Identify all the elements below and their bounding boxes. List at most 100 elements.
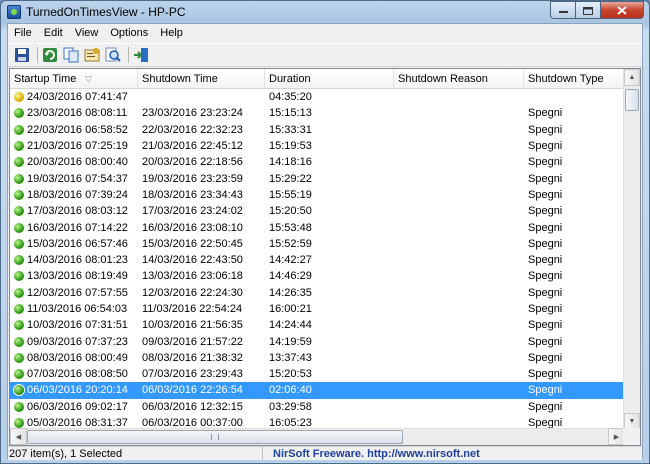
find-button[interactable] — [104, 46, 122, 64]
table-row[interactable]: 09/03/2016 07:37:23 09/03/2016 21:57:22 14… — [10, 333, 632, 349]
table-row[interactable]: 18/03/2016 07:39:24 18/03/2016 23:34:43 15… — [10, 187, 632, 203]
window-title: TurnedOnTimesView - HP-PC — [26, 5, 186, 19]
save-button[interactable] — [13, 46, 31, 64]
horizontal-scroll-thumb[interactable] — [27, 430, 403, 444]
shutdown-time-cell: 21/03/2016 22:45:12 — [142, 140, 243, 153]
duration-cell: 15:53:48 — [269, 221, 312, 234]
menu-file[interactable]: File — [8, 24, 38, 43]
scroll-left-button[interactable]: ◀ — [10, 428, 27, 445]
startup-time-cell: 09/03/2016 07:37:23 — [10, 336, 138, 348]
turned-on-times-list[interactable]: Startup Time ▽ Shutdown Time Duration Sh… — [9, 68, 641, 446]
column-header-shutdown-time[interactable]: Shutdown Time — [138, 69, 265, 89]
status-ok-icon — [14, 385, 24, 396]
table-row[interactable]: 19/03/2016 07:54:37 19/03/2016 23:23:59 15… — [10, 170, 632, 186]
table-row[interactable]: 15/03/2016 06:57:46 15/03/2016 22:50:45 15… — [10, 236, 632, 252]
startup-time-text: 12/03/2016 07:57:55 — [27, 286, 128, 299]
caption-buttons — [550, 1, 644, 19]
grip-icon — [211, 434, 219, 440]
close-icon — [617, 5, 627, 15]
startup-time-cell: 23/03/2016 08:08:11 — [10, 107, 138, 119]
shutdown-type-cell: Spegni — [528, 205, 563, 218]
status-ok-icon — [14, 287, 24, 298]
shutdown-time-cell: 19/03/2016 23:23:59 — [142, 172, 243, 185]
column-header-shutdown-reason[interactable]: Shutdown Reason — [394, 69, 524, 89]
scroll-up-button[interactable]: ▲ — [624, 69, 640, 86]
table-row[interactable]: 06/03/2016 09:02:17 06/03/2016 12:32:15 03… — [10, 399, 632, 415]
table-row[interactable]: 17/03/2016 08:03:12 17/03/2016 23:24:02 15… — [10, 203, 632, 219]
shutdown-time-cell: 13/03/2016 23:06:18 — [142, 270, 243, 283]
list-rows: 24/03/2016 07:41:47 04:35:20 23/03/2016 08… — [10, 89, 632, 435]
table-row[interactable]: 12/03/2016 07:57:55 12/03/2016 22:24:30 14… — [10, 285, 632, 301]
app-window: TurnedOnTimesView - HP-PC File Edit View… — [0, 0, 650, 464]
startup-time-text: 07/03/2016 08:08:50 — [27, 368, 128, 381]
startup-time-cell: 21/03/2016 07:25:19 — [10, 140, 138, 152]
startup-time-text: 23/03/2016 08:08:11 — [27, 107, 128, 120]
table-row[interactable]: 08/03/2016 08:00:49 08/03/2016 21:38:32 13… — [10, 350, 632, 366]
column-header-shutdown-type[interactable]: Shutdown Type — [524, 69, 632, 89]
minimize-button[interactable] — [550, 1, 576, 19]
shutdown-type-cell: Spegni — [528, 123, 563, 136]
column-header-startup-time[interactable]: Startup Time ▽ — [10, 69, 138, 89]
table-row[interactable]: 07/03/2016 08:08:50 07/03/2016 23:29:43 15… — [10, 366, 632, 382]
copy-button[interactable] — [62, 46, 80, 64]
menu-options[interactable]: Options — [104, 24, 154, 43]
properties-icon — [84, 48, 100, 62]
copy-icon — [63, 47, 79, 63]
status-ok-icon — [14, 418, 24, 429]
table-row[interactable]: 10/03/2016 07:31:51 10/03/2016 21:56:35 14… — [10, 317, 632, 333]
table-row[interactable]: 14/03/2016 08:01:23 14/03/2016 22:43:50 14… — [10, 252, 632, 268]
duration-cell: 03:29:58 — [269, 400, 312, 413]
status-ok-icon — [14, 304, 24, 314]
shutdown-type-cell: Spegni — [528, 286, 563, 299]
status-credit-link[interactable]: NirSoft Freeware. http://www.nirsoft.net — [263, 447, 480, 460]
exit-button[interactable] — [132, 46, 150, 64]
chevron-up-icon: ▲ — [628, 74, 636, 81]
table-row[interactable]: 11/03/2016 06:54:03 11/03/2016 22:54:24 16… — [10, 301, 632, 317]
startup-time-cell: 19/03/2016 07:54:37 — [10, 173, 138, 185]
chevron-left-icon: ◀ — [15, 433, 22, 441]
duration-cell: 14:42:27 — [269, 254, 312, 267]
refresh-button[interactable] — [41, 46, 59, 64]
exit-icon — [134, 48, 148, 62]
duration-cell: 15:55:19 — [269, 188, 312, 201]
duration-cell: 02:06:40 — [269, 384, 312, 397]
duration-cell: 15:15:13 — [269, 107, 312, 120]
shutdown-time-cell: 06/03/2016 12:32:15 — [142, 400, 243, 413]
properties-button[interactable] — [83, 46, 101, 64]
startup-time-cell: 20/03/2016 08:00:40 — [10, 156, 138, 168]
close-button[interactable] — [601, 1, 644, 19]
shutdown-time-cell: 15/03/2016 22:50:45 — [142, 237, 243, 250]
table-row[interactable]: 16/03/2016 07:14:22 16/03/2016 23:08:10 15… — [10, 219, 632, 235]
column-header-duration[interactable]: Duration — [265, 69, 394, 89]
table-row[interactable]: 20/03/2016 08:00:40 20/03/2016 22:18:56 14… — [10, 154, 632, 170]
shutdown-type-cell: Spegni — [528, 335, 563, 348]
startup-time-text: 16/03/2016 07:14:22 — [27, 221, 128, 234]
duration-cell: 13:37:43 — [269, 351, 312, 364]
menu-edit[interactable]: Edit — [38, 24, 69, 43]
table-row[interactable]: 21/03/2016 07:25:19 21/03/2016 22:45:12 15… — [10, 138, 632, 154]
table-row[interactable]: 06/03/2016 20:20:14 06/03/2016 22:26:54 02… — [10, 382, 632, 399]
maximize-button[interactable] — [576, 1, 601, 19]
save-icon — [15, 48, 29, 62]
vertical-scrollbar[interactable]: ▲ ▼ — [623, 69, 640, 430]
status-bar: 207 item(s), 1 Selected NirSoft Freeware… — [8, 446, 642, 460]
duration-cell: 14:24:44 — [269, 319, 312, 332]
menu-help[interactable]: Help — [154, 24, 189, 43]
startup-time-cell: 18/03/2016 07:39:24 — [10, 189, 138, 201]
shutdown-type-cell: Spegni — [528, 254, 563, 267]
shutdown-type-cell: Spegni — [528, 237, 563, 250]
startup-time-cell: 14/03/2016 08:01:23 — [10, 254, 138, 266]
title-bar[interactable]: TurnedOnTimesView - HP-PC — [1, 1, 649, 23]
table-row[interactable]: 22/03/2016 06:58:52 22/03/2016 22:32:23 15… — [10, 122, 632, 138]
shutdown-type-cell: Spegni — [528, 107, 563, 120]
status-ok-icon — [14, 336, 24, 347]
table-row[interactable]: 13/03/2016 08:19:49 13/03/2016 23:06:18 14… — [10, 268, 632, 284]
horizontal-scrollbar[interactable]: ◀ ▶ — [10, 428, 625, 445]
menu-view[interactable]: View — [69, 24, 105, 43]
vertical-scroll-thumb[interactable] — [625, 89, 639, 111]
shutdown-type-cell: Spegni — [528, 303, 563, 315]
shutdown-type-cell: Spegni — [528, 270, 563, 283]
table-row[interactable]: 24/03/2016 07:41:47 04:35:20 — [10, 89, 632, 105]
shutdown-time-cell: 12/03/2016 22:24:30 — [142, 286, 243, 299]
table-row[interactable]: 23/03/2016 08:08:11 23/03/2016 23:23:24 15… — [10, 105, 632, 121]
